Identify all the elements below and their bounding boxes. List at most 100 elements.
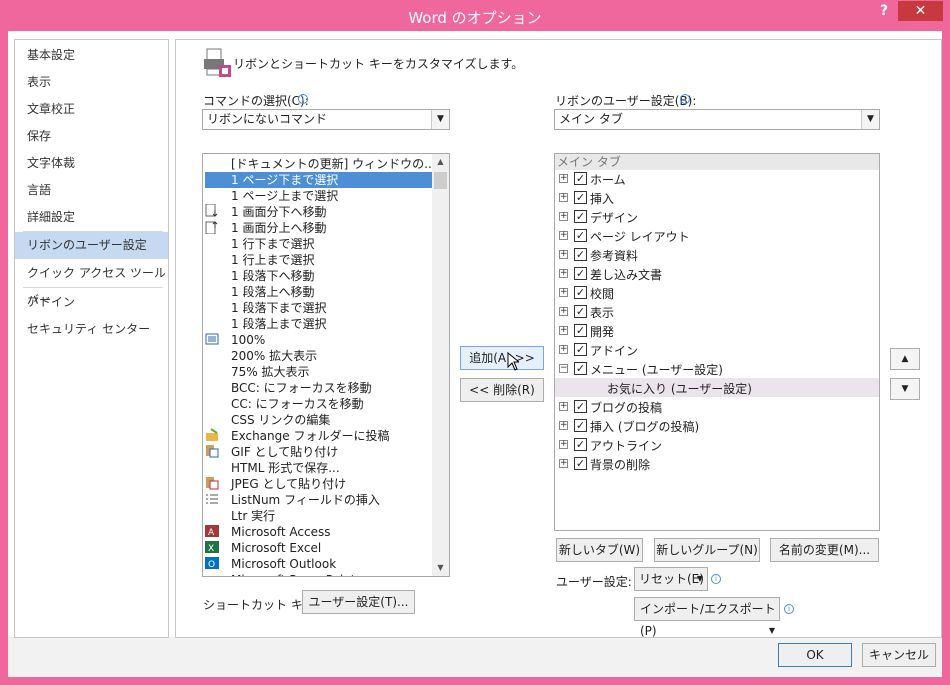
command-list-item[interactable]: HTML 形式で保存... — [205, 460, 432, 476]
scroll-down-icon[interactable]: ▼ — [432, 560, 449, 576]
command-list-item[interactable]: Microsoft Excel — [205, 540, 432, 556]
info-icon[interactable]: i — [680, 94, 690, 104]
command-list-item[interactable]: Microsoft PowerPoint — [205, 572, 432, 576]
nav-item-advanced[interactable]: 詳細設定 — [15, 204, 168, 231]
expand-icon[interactable]: + — [559, 440, 568, 449]
ribbon-tab-item[interactable]: + ✓ 差し込み文書 — [555, 264, 879, 283]
collapse-icon[interactable]: − — [559, 364, 568, 373]
add-button[interactable]: 追加(A) >> — [460, 346, 544, 370]
tab-checkbox[interactable]: ✓ — [574, 172, 587, 185]
scroll-up-icon[interactable]: ▲ — [432, 154, 449, 170]
ribbon-group-item[interactable]: お気に入り (ユーザー設定) — [555, 378, 879, 397]
chevron-down-icon[interactable]: ▼ — [861, 110, 879, 129]
command-list-item[interactable]: CSS リンクの編集 — [205, 412, 432, 428]
tab-checkbox[interactable]: ✓ — [574, 438, 587, 451]
ok-button[interactable]: OK — [778, 643, 852, 667]
expand-icon[interactable]: + — [559, 421, 568, 430]
tab-checkbox[interactable]: ✓ — [574, 210, 587, 223]
tab-checkbox[interactable]: ✓ — [574, 457, 587, 470]
ribbon-tab-item[interactable]: + ✓ 校閲 — [555, 283, 879, 302]
tab-checkbox[interactable]: ✓ — [574, 286, 587, 299]
command-list-item[interactable]: JPEG として貼り付け — [205, 476, 432, 492]
title-bar[interactable]: Word のオプション ? ✕ — [0, 0, 950, 32]
ribbon-tab-item[interactable]: + ✓ 背景の削除 — [555, 454, 879, 473]
ribbon-tab-item[interactable]: − ✓ メニュー (ユーザー設定) — [555, 359, 879, 378]
nav-item-proofing[interactable]: 文章校正 — [15, 96, 168, 123]
expand-icon[interactable]: + — [559, 402, 568, 411]
command-list-item[interactable]: 1 画面分下へ移動 — [205, 204, 432, 220]
expand-icon[interactable]: + — [559, 174, 568, 183]
nav-item-addins[interactable]: アドイン — [15, 289, 168, 316]
ribbon-tab-item[interactable]: + ✓ 開発 — [555, 321, 879, 340]
command-list-item[interactable]: 1 段落下へ移動 — [205, 268, 432, 284]
expand-icon[interactable]: + — [559, 193, 568, 202]
expand-icon[interactable]: + — [559, 345, 568, 354]
ribbon-dropdown[interactable]: メイン タブ ▼ — [554, 109, 880, 130]
rename-button[interactable]: 名前の変更(M)... — [770, 538, 879, 562]
move-up-button[interactable]: ▲ — [890, 348, 920, 370]
nav-item-typography[interactable]: 文字体裁 — [15, 150, 168, 177]
ribbon-tab-item[interactable]: + ✓ 参考資料 — [555, 245, 879, 264]
ribbon-tab-item[interactable]: + ✓ ブログの投稿 — [555, 397, 879, 416]
commands-scrollbar[interactable]: ▲ ▼ — [432, 154, 449, 576]
new-group-button[interactable]: 新しいグループ(N) — [654, 538, 760, 562]
command-list-item[interactable]: GIF として貼り付け — [205, 444, 432, 460]
tab-checkbox[interactable]: ✓ — [574, 248, 587, 261]
info-icon[interactable]: i — [298, 94, 308, 104]
ribbon-tab-item[interactable]: + ✓ デザイン — [555, 207, 879, 226]
cancel-button[interactable]: キャンセル — [862, 643, 936, 667]
expand-icon[interactable]: + — [559, 269, 568, 278]
command-list-item[interactable]: 1 行上まで選択 — [205, 252, 432, 268]
ribbon-tab-item[interactable]: + ✓ ホーム — [555, 169, 879, 188]
tab-checkbox[interactable]: ✓ — [574, 419, 587, 432]
expand-icon[interactable]: + — [559, 288, 568, 297]
command-list-item[interactable]: 1 ページ下まで選択 — [205, 172, 432, 188]
ribbon-tab-item[interactable]: + ✓ アドイン — [555, 340, 879, 359]
command-list-item[interactable]: [ドキュメントの更新] ウィンドウの... — [205, 156, 436, 172]
expand-icon[interactable]: + — [559, 231, 568, 240]
chevron-down-icon[interactable]: ▼ — [431, 110, 449, 129]
nav-item-quick-access-toolbar[interactable]: クイック アクセス ツール バー — [15, 260, 168, 307]
command-list-item[interactable]: ListNum フィールドの挿入 — [205, 492, 432, 508]
command-list-item[interactable]: 1 行下まで選択 — [205, 236, 432, 252]
command-list-item[interactable]: 1 段落上まで選択 — [205, 316, 432, 332]
expand-icon[interactable]: + — [559, 307, 568, 316]
command-list-item[interactable]: Microsoft Outlook — [205, 556, 432, 572]
command-list-item[interactable]: BCC: にフォーカスを移動 — [205, 380, 432, 396]
expand-icon[interactable]: + — [559, 459, 568, 468]
shortcut-customize-button[interactable]: ユーザー設定(T)... — [302, 590, 415, 614]
command-list-item[interactable]: CC: にフォーカスを移動 — [205, 396, 432, 412]
command-list-item[interactable]: 1 段落下まで選択 — [205, 300, 432, 316]
command-list-item[interactable]: 1 段落上へ移動 — [205, 284, 432, 300]
expand-icon[interactable]: + — [559, 212, 568, 221]
commands-list[interactable]: [ドキュメントの更新] ウィンドウの... 1 ページ下まで選択 1 ページ上まで選… — [202, 153, 450, 577]
move-down-button[interactable]: ▼ — [890, 378, 920, 400]
nav-item-customize-ribbon[interactable]: リボンのユーザー設定 — [15, 232, 168, 259]
expand-icon[interactable]: + — [559, 326, 568, 335]
nav-item-trust-center[interactable]: セキュリティ センター — [15, 316, 168, 343]
nav-item-general[interactable]: 基本設定 — [15, 42, 168, 69]
command-list-item[interactable]: 100% — [205, 332, 432, 348]
command-list-item[interactable]: Ltr 実行 — [205, 508, 432, 524]
ribbon-tab-item[interactable]: + ✓ 表示 — [555, 302, 879, 321]
info-icon[interactable]: i — [711, 574, 721, 584]
tab-checkbox[interactable]: ✓ — [574, 191, 587, 204]
commands-dropdown[interactable]: リボンにないコマンド ▼ — [202, 109, 450, 130]
ribbon-tab-item[interactable]: + ✓ ページ レイアウト — [555, 226, 879, 245]
command-list-item[interactable]: 75% 拡大表示 — [205, 364, 432, 380]
help-button[interactable]: ? — [873, 3, 895, 21]
tab-checkbox[interactable]: ✓ — [574, 267, 587, 280]
tab-checkbox[interactable]: ✓ — [574, 324, 587, 337]
tab-checkbox[interactable]: ✓ — [574, 400, 587, 413]
ribbon-tab-item[interactable]: + ✓ 挿入 — [555, 188, 879, 207]
command-list-item[interactable]: 1 ページ上まで選択 — [205, 188, 432, 204]
command-list-item[interactable]: Exchange フォルダーに投稿 — [205, 428, 432, 444]
tab-checkbox[interactable]: ✓ — [574, 343, 587, 356]
close-button[interactable]: ✕ — [898, 1, 943, 21]
expand-icon[interactable]: + — [559, 250, 568, 259]
reset-dropdown[interactable]: リセット(E) ▼ — [634, 567, 708, 591]
scroll-thumb[interactable] — [434, 172, 447, 189]
info-icon[interactable]: i — [784, 604, 794, 614]
tab-checkbox[interactable]: ✓ — [574, 362, 587, 375]
tab-checkbox[interactable]: ✓ — [574, 229, 587, 242]
